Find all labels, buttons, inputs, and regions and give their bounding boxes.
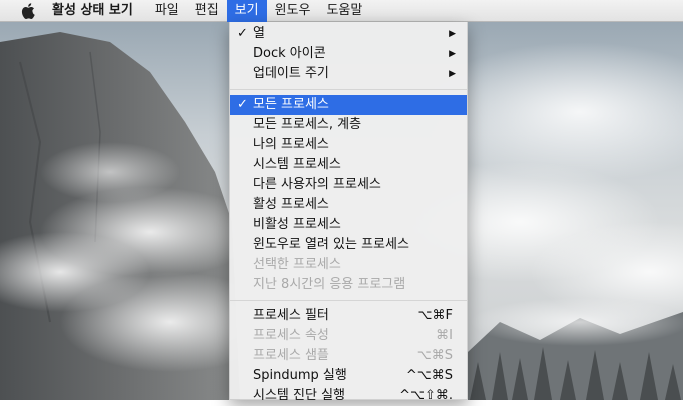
menu-item-label: 프로세스 속성 (253, 328, 329, 343)
menu-item-label: 선택한 프로세스 (253, 257, 341, 272)
menu-item-dock-icon[interactable]: Dock 아이콘 ▶ (230, 44, 467, 64)
triangle-right-icon: ▶ (449, 29, 456, 39)
triangle-right-icon: ▶ (449, 49, 456, 59)
menu-item-filter-processes[interactable]: 프로세스 필터 ⌥⌘F (230, 306, 467, 326)
menu-item-my-processes[interactable]: 나의 프로세스 (230, 135, 467, 155)
menu-item-label: 시스템 프로세스 (253, 157, 341, 172)
menu-item-columns[interactable]: ✓ 열 ▶ (230, 24, 467, 44)
menubar-window[interactable]: 윈도우 (267, 0, 319, 22)
menu-item-label: 다른 사용자의 프로세스 (253, 177, 381, 192)
keyboard-shortcut: ⌥⌘F (417, 308, 453, 323)
menu-item-all-processes-hierarchy[interactable]: 모든 프로세스, 계층 (230, 115, 467, 135)
menu-item-label: 모든 프로세스 (253, 97, 329, 112)
menu-item-windowed-processes[interactable]: 윈도우로 열려 있는 프로세스 (230, 235, 467, 255)
menu-separator (230, 89, 467, 90)
menu-item-label: 지난 8시간의 응용 프로그램 (253, 277, 406, 292)
menu-item-sample-process[interactable]: 프로세스 샘플 ⌥⌘S (230, 346, 467, 366)
menu-separator (230, 300, 467, 301)
checkmark-icon: ✓ (237, 26, 248, 41)
menubar-file[interactable]: 파일 (147, 0, 187, 22)
menu-item-apps-last-8-hours[interactable]: 지난 8시간의 응용 프로그램 (230, 275, 467, 295)
menu-item-run-system-diagnostics[interactable]: 시스템 진단 실행 ^⌥⇧⌘. (230, 386, 467, 406)
menubar-app-name[interactable]: 활성 상태 보기 (52, 0, 141, 22)
menu-item-label: 나의 프로세스 (253, 137, 329, 152)
menu-item-label: 윈도우로 열려 있는 프로세스 (253, 237, 409, 252)
menu-item-active-processes[interactable]: 활성 프로세스 (230, 195, 467, 215)
menu-item-label: 열 (253, 26, 265, 41)
menu-item-inactive-processes[interactable]: 비활성 프로세스 (230, 215, 467, 235)
menu-item-system-processes[interactable]: 시스템 프로세스 (230, 155, 467, 175)
menubar-view[interactable]: 보기 (226, 0, 267, 22)
keyboard-shortcut: ^⌥⌘S (405, 368, 453, 383)
menu-item-label: 시스템 진단 실행 (253, 388, 345, 403)
view-menu-dropdown: ✓ 열 ▶ Dock 아이콘 ▶ 업데이트 주기 ▶ ✓ 모든 프로세스 모든 … (229, 22, 468, 403)
menubar-help[interactable]: 도움말 (318, 0, 370, 22)
menu-item-other-user-processes[interactable]: 다른 사용자의 프로세스 (230, 175, 467, 195)
apple-icon[interactable] (21, 2, 35, 19)
menu-item-label: 프로세스 샘플 (253, 348, 329, 363)
keyboard-shortcut: ⌥⌘S (416, 348, 453, 363)
menu-item-label: 프로세스 필터 (253, 308, 329, 323)
menu-item-selected-processes[interactable]: 선택한 프로세스 (230, 255, 467, 275)
menu-item-label: Spindump 실행 (253, 368, 347, 383)
keyboard-shortcut: ⌘I (436, 328, 453, 343)
menu-item-label: Dock 아이콘 (253, 46, 326, 61)
menu-item-label: 활성 프로세스 (253, 197, 329, 212)
menu-item-label: 모든 프로세스, 계층 (253, 117, 362, 132)
menu-item-update-frequency[interactable]: 업데이트 주기 ▶ (230, 64, 467, 84)
menubar-edit[interactable]: 편집 (187, 0, 227, 22)
keyboard-shortcut: ^⌥⇧⌘. (399, 388, 453, 403)
menu-bar: 활성 상태 보기 파일 편집 보기 윈도우 도움말 (0, 0, 683, 22)
menu-item-inspect-process[interactable]: 프로세스 속성 ⌘I (230, 326, 467, 346)
triangle-right-icon: ▶ (449, 69, 456, 79)
menu-item-run-spindump[interactable]: Spindump 실행 ^⌥⌘S (230, 366, 467, 386)
menu-item-label: 비활성 프로세스 (253, 217, 341, 232)
menu-item-label: 업데이트 주기 (253, 66, 329, 81)
checkmark-icon: ✓ (237, 97, 248, 112)
menu-item-all-processes[interactable]: ✓ 모든 프로세스 (230, 95, 467, 115)
